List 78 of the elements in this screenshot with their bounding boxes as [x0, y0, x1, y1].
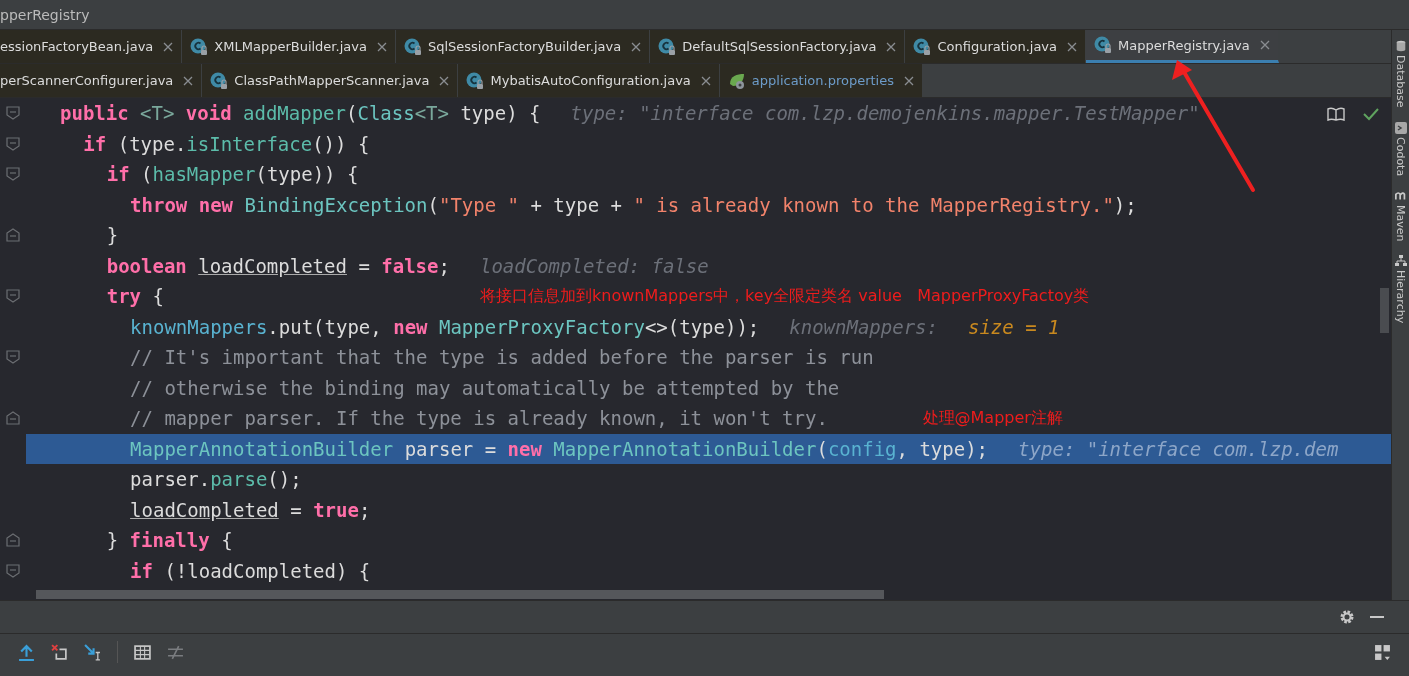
fold-marker-icon[interactable] — [6, 228, 20, 243]
code-line: public <T> void addMapper(Class<T> type) { — [60, 102, 541, 125]
fold-marker-icon[interactable] — [6, 411, 20, 426]
inline-hint: type: "interface com.lzp.dem — [1018, 437, 1339, 460]
table-icon[interactable] — [134, 643, 151, 661]
inline-hint: type: "interface com.lzp.demojenkins.mapper.TestMapper" — [570, 102, 1200, 125]
fold-marker-icon[interactable] — [6, 350, 20, 365]
class-file-icon — [913, 37, 932, 56]
editor-tab[interactable]: application.properties — [719, 64, 923, 97]
scrollbar-thumb[interactable] — [1380, 288, 1389, 333]
editor-tab[interactable]: MybatisAutoConfiguration.java — [458, 64, 720, 97]
close-icon[interactable] — [1067, 41, 1077, 52]
leaf-gear-icon — [727, 71, 746, 90]
inline-hint: knownMappers: — [789, 315, 938, 338]
code-line: } — [106, 224, 119, 247]
class-file-icon — [210, 71, 229, 90]
tool-window-button[interactable]: Hierarchy — [1394, 255, 1407, 324]
editor-tab[interactable]: XMLMapperBuilder.java — [182, 30, 396, 63]
remove-frame-icon[interactable] — [51, 643, 68, 661]
code-line: if (!loadCompleted) { — [130, 559, 371, 582]
editor-tab[interactable]: DefaultSqlSessionFactory.java — [650, 30, 906, 63]
inline-hint: size = 1 — [968, 315, 1060, 338]
settings-icon[interactable] — [1339, 609, 1355, 625]
class-file-icon — [403, 37, 422, 56]
fold-marker-icon[interactable] — [6, 289, 20, 304]
editor-tab[interactable]: ClassPathMapperScanner.java — [202, 64, 459, 97]
scrollbar-thumb[interactable] — [36, 589, 884, 599]
window-title: pperRegistry — [0, 6, 90, 23]
editor-tab[interactable]: SqlSessionFactoryBuilder.java — [395, 30, 651, 63]
close-icon[interactable] — [376, 41, 387, 52]
close-icon[interactable] — [183, 75, 194, 86]
hierarchy-icon — [1394, 255, 1407, 268]
code-line: parser.parse(); — [130, 468, 302, 491]
close-icon[interactable] — [904, 75, 914, 86]
class-file-icon — [190, 37, 209, 56]
database-icon — [1394, 40, 1407, 52]
close-icon[interactable] — [631, 41, 642, 52]
compare-icon[interactable] — [167, 643, 184, 661]
code-line: boolean loadCompleted = false; — [106, 254, 450, 277]
fold-marker-icon[interactable] — [6, 563, 20, 578]
class-file-icon — [658, 37, 677, 56]
class-file-icon — [466, 71, 485, 90]
annotation-text: 处理@Mapper注解 — [922, 408, 1063, 429]
editor-tab[interactable]: essionFactoryBean.java — [0, 30, 183, 63]
layout-icon[interactable] — [1374, 643, 1391, 661]
book-icon[interactable] — [1327, 107, 1345, 121]
code-line: MapperAnnotationBuilder parser = new MapperAnnotationBuilder(config, type); — [130, 437, 989, 460]
editor-tab[interactable]: perScannerConfigurer.java — [0, 64, 203, 97]
close-icon[interactable] — [1259, 40, 1270, 50]
fold-marker-icon[interactable] — [6, 106, 20, 121]
close-icon[interactable] — [439, 75, 450, 86]
close-icon[interactable] — [700, 75, 711, 86]
maven-icon — [1394, 189, 1407, 202]
code-line: loadCompleted = true; — [130, 498, 371, 521]
code-line: try { — [106, 285, 164, 308]
annotation-text: 将接口信息加到knownMappers中，key全限定类名 value MapperProxyFactoy类 — [480, 286, 1090, 307]
code-line: throw new BindingException("Type " + type + " is already known to the MapperRegistry."); — [130, 193, 1137, 216]
check-icon — [1363, 107, 1379, 121]
code-line: // otherwise the binding may automatically be attempted by the — [130, 376, 840, 399]
class-file-icon — [1094, 36, 1112, 54]
close-icon[interactable] — [886, 41, 897, 52]
upload-icon[interactable] — [18, 643, 35, 661]
tool-window-button[interactable]: Maven — [1394, 189, 1407, 242]
editor-tab[interactable]: Configuration.java — [905, 30, 1086, 63]
fold-marker-icon[interactable] — [6, 533, 20, 548]
fold-marker-icon[interactable] — [6, 136, 20, 151]
tool-window-button[interactable]: Database — [1394, 40, 1407, 108]
step-into-icon[interactable] — [84, 643, 101, 661]
code-line: } finally { — [106, 529, 233, 552]
code-line: if (type.isInterface()) { — [83, 132, 370, 155]
code-line: if (hasMapper(type)) { — [106, 163, 359, 186]
inline-hint: loadCompleted: false — [479, 254, 709, 277]
tool-window-button[interactable]: Codota — [1394, 121, 1407, 176]
code-line: // It's important that the type is added before the parser is run — [130, 346, 874, 369]
close-icon[interactable] — [163, 41, 174, 52]
fold-marker-icon[interactable] — [6, 167, 20, 182]
code-line: knownMappers.put(type, new MapperProxyFactory<>(type)); — [130, 315, 760, 338]
code-line: // mapper parser. If the type is already known, it won't try. — [130, 407, 828, 430]
